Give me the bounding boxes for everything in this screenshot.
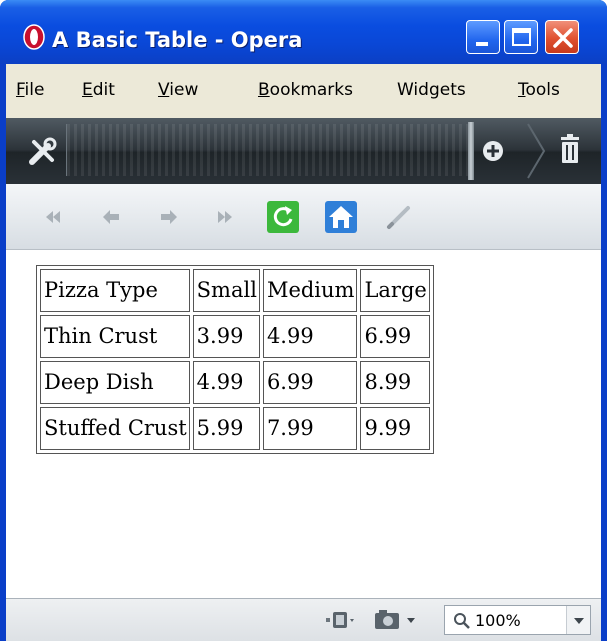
rewind-button[interactable] <box>36 200 70 234</box>
reload-button[interactable] <box>266 200 300 234</box>
menu-bar: File Edit View Bookmarks Widgets Tools <box>6 64 601 118</box>
table-cell: 9.99 <box>360 407 430 450</box>
table-row: Pizza Type Small Medium Large <box>40 269 430 312</box>
rewind-icon <box>46 211 60 223</box>
back-icon <box>103 210 119 224</box>
home-icon <box>325 201 357 233</box>
tools-icon[interactable] <box>26 134 60 168</box>
table-cell: 4.99 <box>192 361 260 404</box>
chevron-right-icon <box>527 123 546 179</box>
table-cell: 3.99 <box>192 315 260 358</box>
client-area: File Edit View Bookmarks Widgets Tools P… <box>6 64 601 641</box>
edit-icon <box>387 206 410 229</box>
status-bar: 100% <box>6 598 601 641</box>
menu-file[interactable]: File <box>16 80 44 100</box>
table-cell: 6.99 <box>360 315 430 358</box>
minimize-button[interactable] <box>466 20 500 54</box>
magnifier-icon <box>454 613 470 629</box>
reload-icon <box>267 201 299 233</box>
table-cell: Large <box>360 269 430 312</box>
table-cell: Stuffed Crust <box>40 407 190 450</box>
close-icon <box>553 28 573 48</box>
zoom-control[interactable]: 100% <box>444 605 591 635</box>
minimize-icon <box>476 42 488 46</box>
window-title: A Basic Table - Opera <box>52 28 303 52</box>
panel-toolbar <box>6 118 601 184</box>
home-button[interactable] <box>324 200 358 234</box>
fast-forward-icon <box>218 211 232 223</box>
maximize-button[interactable] <box>504 20 538 54</box>
zoom-dropdown-button[interactable] <box>566 606 590 634</box>
camera-icon[interactable] <box>373 609 423 631</box>
back-button[interactable] <box>94 200 128 234</box>
toolbar-separator <box>468 122 474 180</box>
forward-icon <box>161 210 177 224</box>
table-row: Deep Dish 4.99 6.99 8.99 <box>40 361 430 404</box>
menu-widgets[interactable]: Widgets <box>397 80 466 100</box>
opera-logo-icon <box>23 24 45 50</box>
table-cell: Deep Dish <box>40 361 190 404</box>
title-bar[interactable]: A Basic Table - Opera <box>0 0 607 64</box>
table-cell: Pizza Type <box>40 269 190 312</box>
menu-view[interactable]: View <box>158 80 198 100</box>
maximize-icon <box>512 28 531 46</box>
table-cell: 4.99 <box>262 315 358 358</box>
table-cell: Medium <box>262 269 358 312</box>
menu-bookmarks[interactable]: Bookmarks <box>258 80 353 100</box>
zoom-level: 100% <box>475 611 521 630</box>
pizza-table: Pizza Type Small Medium Large Thin Crust… <box>36 265 434 454</box>
table-cell: 6.99 <box>262 361 358 404</box>
forward-button[interactable] <box>152 200 186 234</box>
chevron-down-icon <box>574 618 584 624</box>
page-content: Pizza Type Small Medium Large Thin Crust… <box>6 251 601 598</box>
table-cell: 8.99 <box>360 361 430 404</box>
browser-window: A Basic Table - Opera File Edit View Boo… <box>0 0 607 641</box>
table-cell: 5.99 <box>192 407 260 450</box>
add-icon[interactable] <box>482 140 504 162</box>
edit-button[interactable] <box>382 200 416 234</box>
table-row: Stuffed Crust 5.99 7.99 9.99 <box>40 407 430 450</box>
table-cell: Thin Crust <box>40 315 190 358</box>
table-cell: Small <box>192 269 260 312</box>
table-cell: 7.99 <box>262 407 358 450</box>
menu-tools[interactable]: Tools <box>518 80 560 100</box>
table-row: Thin Crust 3.99 4.99 6.99 <box>40 315 430 358</box>
close-button[interactable] <box>545 20 579 54</box>
fast-forward-button[interactable] <box>208 200 242 234</box>
navigation-toolbar <box>6 184 601 250</box>
menu-edit[interactable]: Edit <box>82 80 115 100</box>
tab-strip <box>66 124 471 176</box>
trash-icon[interactable] <box>558 134 582 164</box>
presentation-mode-icon[interactable] <box>326 609 356 631</box>
